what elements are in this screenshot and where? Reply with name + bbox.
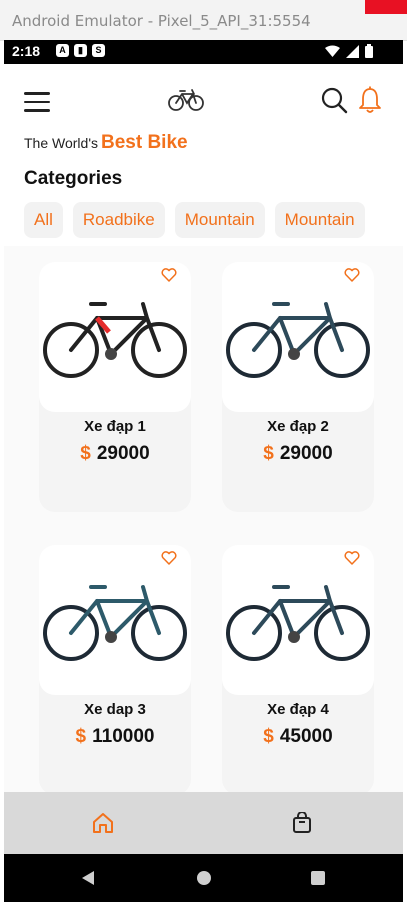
category-chip-all[interactable]: All <box>24 202 63 238</box>
category-chip-roadbike[interactable]: Roadbike <box>72 202 165 238</box>
product-card-3[interactable]: Xe dap 3 $110000 <box>39 545 191 795</box>
product-image <box>222 545 374 695</box>
heart-icon[interactable] <box>344 551 360 565</box>
currency-symbol: $ <box>263 726 274 747</box>
window-close-button[interactable] <box>365 0 407 14</box>
status-bar: 2:18 A ▮ S <box>4 40 403 64</box>
product-image <box>222 262 374 412</box>
product-price: $110000 <box>39 726 191 748</box>
product-price: $29000 <box>39 443 191 465</box>
menu-icon[interactable] <box>24 92 50 112</box>
product-card-2[interactable]: Xe đạp 2 $29000 <box>222 262 374 512</box>
price-value: 110000 <box>92 726 155 747</box>
price-value: 45000 <box>279 726 333 747</box>
product-image <box>39 545 191 695</box>
bottom-navigation <box>4 792 403 854</box>
product-name: Xe đạp 4 <box>267 701 329 718</box>
product-name: Xe đạp 1 <box>84 418 146 435</box>
bell-icon[interactable] <box>358 86 382 114</box>
sync-notification-icon: S <box>92 44 105 57</box>
currency-symbol: $ <box>80 443 91 464</box>
tagline-highlight: Best Bike <box>101 132 188 153</box>
product-card-4[interactable]: Xe đạp 4 $45000 <box>222 545 374 795</box>
battery-icon <box>365 44 373 58</box>
product-price: $45000 <box>222 726 374 748</box>
tagline-prefix: The World's <box>24 135 98 151</box>
currency-symbol: $ <box>75 726 87 747</box>
emulator-title-bar: Android Emulator - Pixel_5_API_31:5554 <box>0 0 407 41</box>
window-title: Android Emulator - Pixel_5_API_31:5554 <box>12 12 311 30</box>
categories-title: Categories <box>24 168 123 189</box>
app-screen: The World's Best Bike Categories All Road… <box>4 64 403 854</box>
storage-notification-icon: ▮ <box>74 44 87 57</box>
home-icon[interactable] <box>91 812 115 834</box>
home-circle-icon[interactable] <box>196 870 212 886</box>
product-image <box>39 262 191 412</box>
category-chips: All Roadbike Mountain Mountain <box>24 202 365 238</box>
price-value: 29000 <box>96 443 150 464</box>
search-icon[interactable] <box>320 86 348 114</box>
wifi-icon <box>325 45 340 57</box>
back-icon[interactable] <box>80 870 96 886</box>
app-notification-icon: A <box>56 44 69 57</box>
shopping-bag-icon[interactable] <box>292 812 312 834</box>
status-time: 2:18 <box>12 43 41 59</box>
signal-icon <box>346 44 359 58</box>
category-chip-mountain[interactable]: Mountain <box>174 202 265 238</box>
heart-icon[interactable] <box>161 268 177 282</box>
product-card-1[interactable]: Xe đạp 1 $29000 <box>39 262 191 512</box>
system-navigation-bar <box>4 854 403 902</box>
heart-icon[interactable] <box>344 268 360 282</box>
status-system-icons <box>325 44 373 58</box>
product-price: $29000 <box>222 443 374 465</box>
product-name: Xe đạp 2 <box>267 418 329 435</box>
price-value: 29000 <box>279 443 333 464</box>
heart-icon[interactable] <box>161 551 177 565</box>
status-notification-icons: A ▮ S <box>56 44 105 57</box>
category-chip-mountain-2[interactable]: Mountain <box>274 202 365 238</box>
recents-icon[interactable] <box>310 870 326 886</box>
product-name: Xe dap 3 <box>84 701 146 718</box>
bicycle-icon <box>168 89 204 111</box>
currency-symbol: $ <box>263 443 274 464</box>
tagline: The World's Best Bike <box>24 132 188 154</box>
